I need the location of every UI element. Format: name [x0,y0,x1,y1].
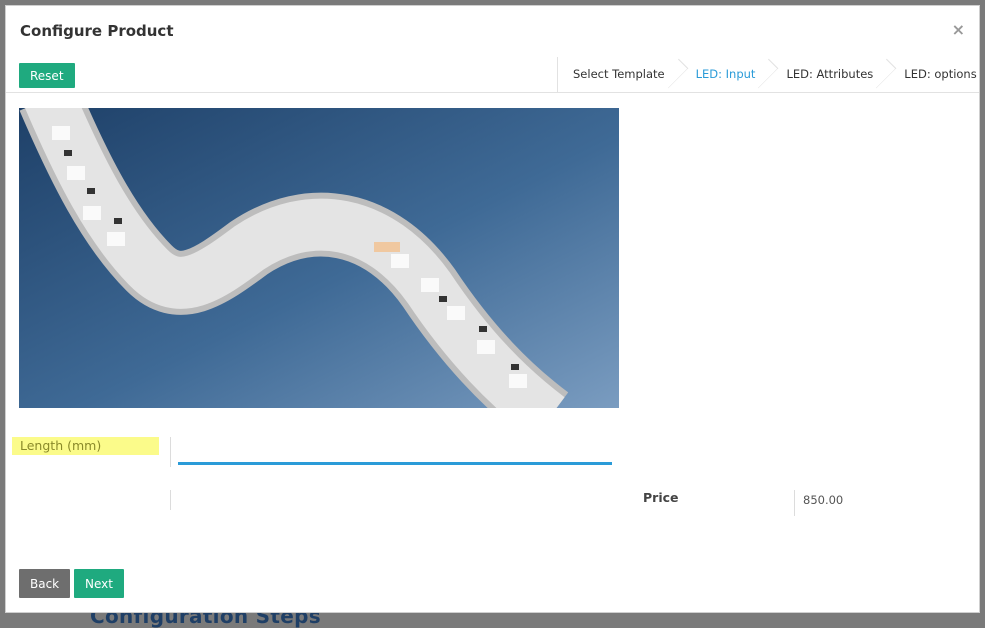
modal-title: Configure Product [20,22,174,40]
step-label: LED: options [904,67,977,81]
step-led-attributes[interactable]: LED: Attributes [771,57,897,92]
configure-product-modal: Configure Product × Reset Select Templat… [5,5,980,613]
field-divider [170,490,171,510]
step-label: Select Template [573,67,665,81]
step-label: LED: Input [695,67,756,81]
back-button[interactable]: Back [19,569,71,598]
price-divider [794,490,795,516]
product-image [19,108,619,408]
field-divider [170,437,171,467]
next-button[interactable]: Next [74,569,124,598]
reset-button[interactable]: Reset [19,63,75,88]
length-input[interactable] [178,440,612,465]
length-label: Length (mm) [12,437,159,455]
price-label: Price [643,490,679,505]
wizard-steps: Select Template LED: Input LED: Attribut… [557,57,985,92]
step-label: LED: Attributes [786,67,874,81]
close-icon[interactable]: × [952,20,965,39]
price-value: 850.00 [803,493,844,507]
step-select-template[interactable]: Select Template [558,57,688,92]
step-led-options[interactable]: LED: options [889,57,985,92]
header-divider [6,92,979,93]
step-led-input[interactable]: LED: Input [681,57,779,92]
